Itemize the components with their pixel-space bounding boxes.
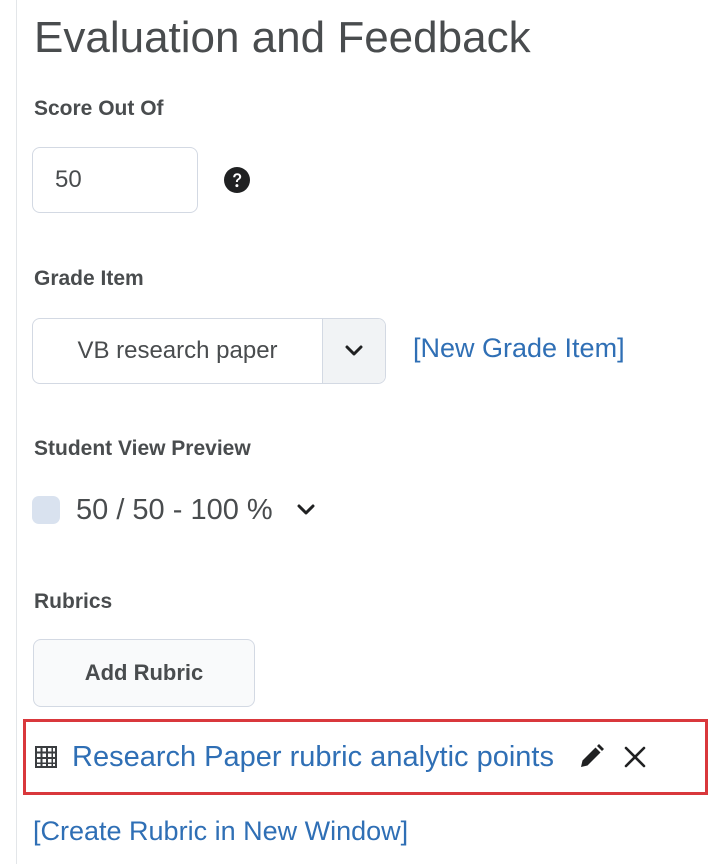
attached-rubric-link[interactable]: Research Paper rubric analytic points [72, 741, 554, 774]
score-out-of-input[interactable] [32, 147, 198, 213]
section-title: Evaluation and Feedback [34, 13, 531, 62]
attached-rubric-highlight: Research Paper rubric analytic points [23, 719, 708, 795]
rubric-grid-icon [35, 746, 57, 768]
grade-item-label: Grade Item [34, 267, 144, 290]
panel-divider [16, 0, 17, 864]
score-out-of-label: Score Out Of [34, 97, 164, 120]
new-grade-item-link[interactable]: [New Grade Item] [413, 333, 625, 364]
grade-item-dropdown-toggle[interactable] [322, 319, 385, 383]
grade-color-swatch [32, 496, 60, 524]
remove-rubric-button[interactable] [618, 740, 652, 774]
pencil-icon [580, 744, 604, 767]
create-rubric-new-window-link[interactable]: [Create Rubric in New Window] [33, 816, 408, 847]
student-view-preview-value: 50 / 50 - 100 % [76, 493, 273, 526]
add-rubric-button[interactable]: Add Rubric [33, 639, 255, 707]
question-circle-icon[interactable] [223, 166, 251, 194]
student-view-preview-label: Student View Preview [34, 437, 251, 460]
rubrics-label: Rubrics [34, 590, 113, 613]
chevron-down-icon [345, 345, 363, 356]
grade-item-select[interactable]: VB research paper [32, 318, 386, 384]
close-icon [624, 746, 646, 768]
edit-rubric-button[interactable] [574, 740, 608, 774]
student-view-preview[interactable]: 50 / 50 - 100 % [32, 490, 315, 530]
attached-rubric-row: Research Paper rubric analytic points [34, 722, 652, 792]
evaluation-feedback-panel: Evaluation and Feedback Score Out Of Gra… [0, 0, 710, 864]
chevron-down-icon[interactable] [297, 504, 315, 516]
grade-item-selected-value: VB research paper [77, 337, 278, 364]
